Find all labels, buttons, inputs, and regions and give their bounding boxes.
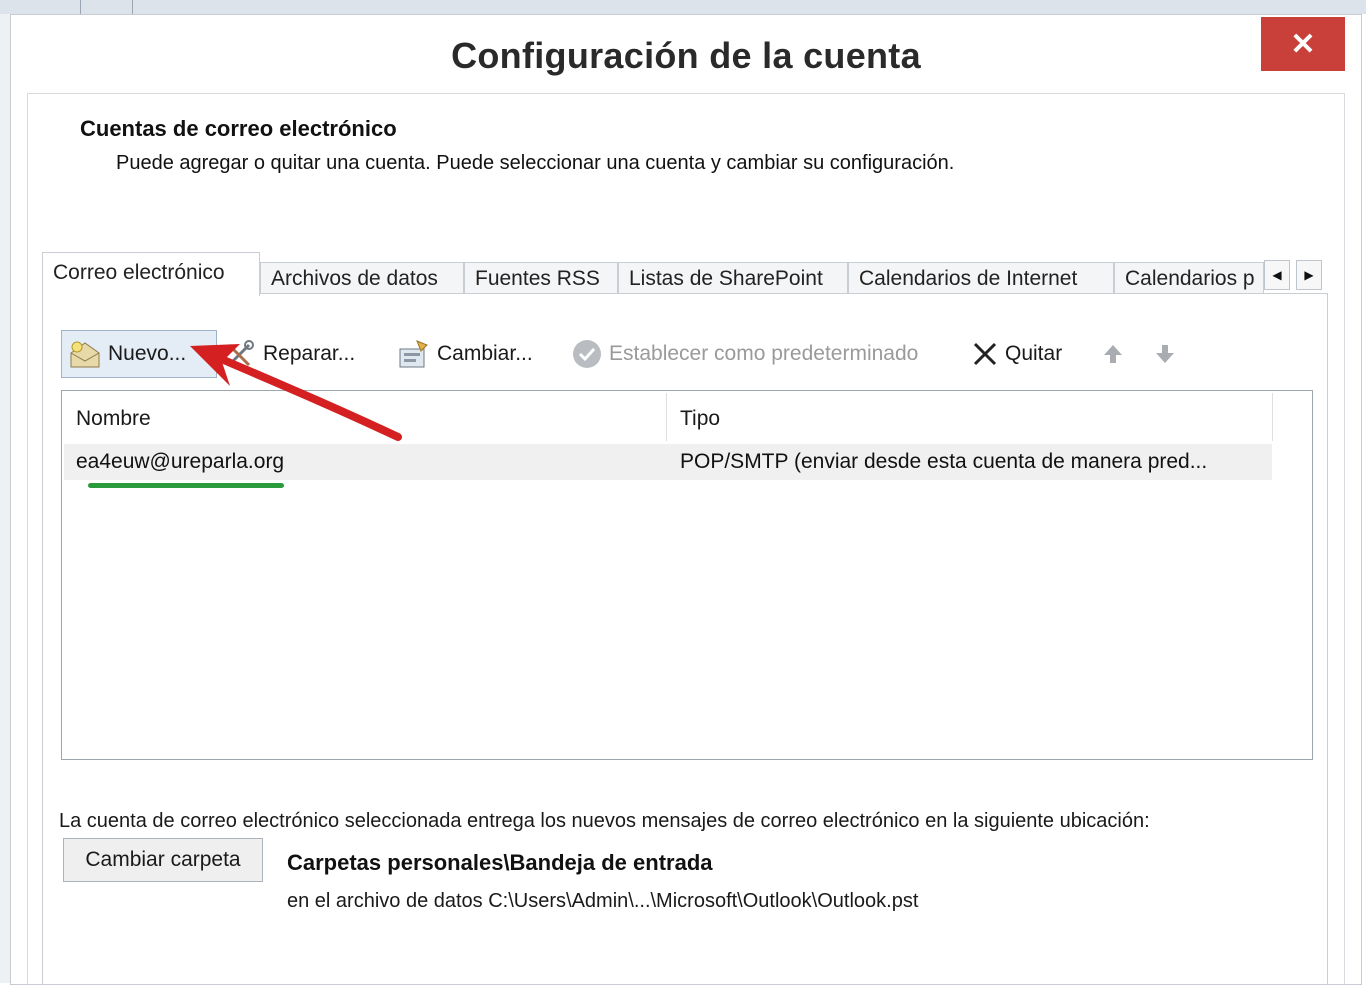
account-type-cell: POP/SMTP (enviar desde esta cuenta de ma… — [680, 450, 1208, 473]
remove-x-icon — [971, 340, 999, 368]
set-default-label: Establecer como predeterminado — [609, 342, 919, 365]
new-account-label: Nuevo... — [108, 342, 187, 365]
repair-label: Reparar... — [263, 342, 356, 365]
table-row[interactable]: ea4euw@ureparla.org POP/SMTP (enviar des… — [64, 444, 1272, 480]
column-header-type[interactable]: Tipo — [680, 391, 720, 443]
chevron-right-icon: ▶ — [1304, 268, 1314, 282]
arrow-up-icon — [1101, 342, 1125, 366]
close-icon: ✕ — [1290, 27, 1316, 61]
email-tab-body: Nuevo... Reparar... Cambiar... Establece… — [42, 293, 1328, 984]
tab-internet-calendars[interactable]: Calendarios de Internet — [848, 262, 1114, 294]
remove-button[interactable]: Quitar — [971, 330, 1062, 378]
change-label: Cambiar... — [437, 342, 533, 365]
accounts-list-header: Nombre Tipo — [62, 391, 1312, 443]
header-panel: Cuentas de correo electrónico Puede agre… — [27, 93, 1345, 228]
dialog-title: Configuración de la cuenta — [451, 35, 921, 76]
checkmark-icon — [571, 338, 603, 370]
remove-label: Quitar — [1005, 342, 1063, 365]
tab-data-files[interactable]: Archivos de datos — [260, 262, 464, 294]
tab-strip: Correo electrónico Archivos de datos Fue… — [42, 250, 1332, 296]
tab-scroll-right-button[interactable]: ▶ — [1296, 260, 1322, 290]
section-title: Cuentas de correo electrónico — [80, 116, 397, 141]
column-separator — [1272, 393, 1273, 441]
repair-button[interactable]: Reparar... — [223, 330, 355, 378]
content-panel: Correo electrónico Archivos de datos Fue… — [27, 226, 1345, 984]
chevron-left-icon: ◀ — [1272, 268, 1282, 282]
move-down-button[interactable] — [1153, 330, 1177, 378]
tab-email[interactable]: Correo electrónico — [42, 252, 260, 296]
new-mail-icon — [68, 339, 102, 369]
arrow-down-icon — [1153, 342, 1177, 366]
close-button[interactable]: ✕ — [1261, 17, 1345, 71]
tab-rss-feeds[interactable]: Fuentes RSS — [464, 262, 618, 294]
delivery-folder-path: en el archivo de datos C:\Users\Admin\..… — [287, 890, 919, 912]
delivery-folder-title: Carpetas personales\Bandeja de entrada — [287, 850, 713, 875]
background-window-strip — [0, 0, 1366, 14]
change-settings-icon — [397, 339, 431, 369]
set-default-button[interactable]: Establecer como predeterminado — [571, 330, 918, 378]
tab-scroll-left-button[interactable]: ◀ — [1264, 260, 1290, 290]
change-folder-button[interactable]: Cambiar carpeta — [63, 838, 263, 882]
account-toolbar: Nuevo... Reparar... Cambiar... Establece… — [61, 330, 1301, 380]
tab-sharepoint-lists[interactable]: Listas de SharePoint — [618, 262, 848, 294]
tab-published-calendars[interactable]: Calendarios p — [1114, 262, 1264, 294]
move-up-button[interactable] — [1101, 330, 1125, 378]
account-name-cell: ea4euw@ureparla.org — [76, 450, 285, 473]
new-account-button[interactable]: Nuevo... — [61, 330, 217, 378]
change-button[interactable]: Cambiar... — [397, 330, 533, 378]
section-description: Puede agregar o quitar una cuenta. Puede… — [116, 152, 955, 174]
account-settings-dialog: Configuración de la cuenta ✕ Cuentas de … — [10, 14, 1362, 985]
accounts-list[interactable]: Nombre Tipo ea4euw@ureparla.org POP/SMTP… — [61, 390, 1313, 760]
column-separator — [666, 393, 667, 441]
green-annotation-underline — [88, 483, 284, 488]
repair-tools-icon — [223, 339, 257, 369]
delivery-location-info: La cuenta de correo electrónico seleccio… — [59, 810, 1150, 832]
column-header-name[interactable]: Nombre — [76, 391, 151, 443]
